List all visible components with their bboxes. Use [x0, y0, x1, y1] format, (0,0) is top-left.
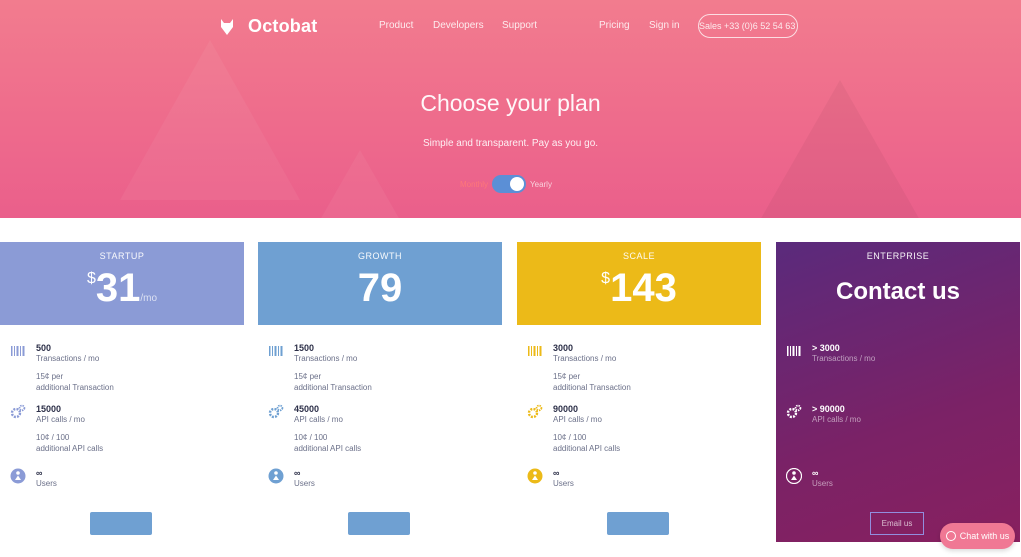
- price-row: 79: [258, 266, 502, 311]
- hero-banner: Octobat Product Developers Support Prici…: [0, 0, 1021, 218]
- brand-logo[interactable]: Octobat: [220, 16, 317, 37]
- plan-header: GROWTH 79: [258, 242, 502, 325]
- contact-us-heading: Contact us: [835, 278, 960, 305]
- choose-plan-button[interactable]: [348, 512, 410, 535]
- choose-plan-button[interactable]: [607, 512, 669, 535]
- user-icon: [786, 468, 802, 484]
- plan-name: ENTERPRISE: [866, 251, 930, 261]
- user-icon: [268, 468, 284, 484]
- price-period: /mo: [140, 293, 158, 304]
- monthly-label[interactable]: Monthly: [460, 180, 488, 189]
- users-label: Users: [294, 479, 315, 488]
- plan-header: STARTUP $31/mo: [0, 242, 244, 325]
- transactions-label: Transactions / mo: [812, 354, 876, 363]
- plan-name: SCALE: [622, 251, 655, 261]
- api-calls-label: API calls / mo: [553, 415, 602, 424]
- transactions-value: 500: [36, 343, 52, 353]
- nav-link-sign-in[interactable]: Sign in: [649, 20, 680, 31]
- chat-widget-button[interactable]: Chat with us: [940, 523, 1015, 549]
- api-price-note: additional API calls: [553, 444, 621, 453]
- users-value: ∞: [812, 468, 819, 478]
- api-calls-label: API calls / mo: [812, 415, 861, 424]
- api-price: 10¢ / 100: [553, 433, 587, 442]
- transaction-price: 15¢ per: [553, 372, 581, 381]
- users-label: Users: [553, 479, 574, 488]
- plan-card-growth: GROWTH 79 1500 Transactions / mo 15¢ per a…: [258, 242, 502, 544]
- api-calls-value: 15000: [36, 404, 62, 414]
- plan-name: GROWTH: [358, 251, 402, 261]
- transaction-price: 15¢ per: [36, 372, 64, 381]
- plan-name: STARTUP: [99, 251, 145, 261]
- billing-period-toggle[interactable]: [492, 175, 527, 193]
- email-us-button[interactable]: Email us: [870, 512, 924, 535]
- gears-icon: [268, 404, 284, 419]
- user-icon: [10, 468, 26, 484]
- api-calls-value: 45000: [294, 404, 320, 414]
- price-currency: $: [86, 270, 96, 287]
- plan-card-scale: SCALE $143 3000 Transactions / mo 15¢ per…: [517, 242, 761, 544]
- transaction-price-note: additional Transaction: [553, 383, 631, 392]
- sales-phone-button[interactable]: Sales +33 (0)6 52 54 63 76: [698, 14, 798, 38]
- barcode-icon: [787, 346, 801, 356]
- plan-card-enterprise: ENTERPRISE Contact us > 3000 Transactions…: [776, 242, 1020, 542]
- price-value: 143: [610, 266, 677, 310]
- price-value: 31: [95, 266, 141, 310]
- transactions-label: Transactions / mo: [36, 354, 100, 363]
- transactions-value: > 3000: [812, 343, 840, 353]
- transactions-label: Transactions / mo: [553, 354, 617, 363]
- decorative-triangle: [120, 40, 300, 200]
- transactions-label: Transactions / mo: [294, 354, 358, 363]
- nav-link-support[interactable]: Support: [502, 20, 537, 31]
- price-currency: $: [601, 270, 611, 287]
- gears-icon: [786, 404, 802, 419]
- user-icon: [527, 468, 543, 484]
- users-label: Users: [36, 479, 57, 488]
- brand-name: Octobat: [248, 16, 318, 36]
- top-navigation: Octobat Product Developers Support Prici…: [0, 0, 1021, 52]
- barcode-icon: [269, 346, 283, 356]
- users-label: Users: [812, 479, 833, 488]
- price-value: 79: [357, 266, 403, 310]
- price-row: $143: [517, 266, 761, 311]
- gears-icon: [10, 404, 26, 419]
- toggle-knob: [510, 177, 525, 191]
- chat-icon: [945, 531, 956, 541]
- nav-link-product[interactable]: Product: [379, 20, 413, 31]
- choose-plan-button[interactable]: [90, 512, 152, 535]
- chat-label: Chat with us: [959, 531, 1010, 541]
- api-calls-label: API calls / mo: [36, 415, 85, 424]
- plan-header: ENTERPRISE Contact us: [776, 242, 1020, 325]
- transactions-value: 3000: [553, 343, 574, 353]
- nav-link-pricing[interactable]: Pricing: [599, 20, 630, 31]
- transaction-price: 15¢ per: [294, 372, 322, 381]
- api-calls-value: > 90000: [812, 404, 845, 414]
- nav-link-developers[interactable]: Developers: [433, 20, 484, 31]
- plan-header: SCALE $143: [517, 242, 761, 325]
- api-price: 10¢ / 100: [36, 433, 70, 442]
- fox-logo-icon: [221, 18, 233, 35]
- decorative-triangle: [320, 150, 400, 218]
- transaction-price-note: additional Transaction: [36, 383, 114, 392]
- api-calls-value: 90000: [553, 404, 579, 414]
- barcode-icon: [11, 346, 25, 356]
- gears-icon: [527, 404, 543, 419]
- users-value: ∞: [553, 468, 560, 478]
- users-value: ∞: [36, 468, 43, 478]
- barcode-icon: [528, 346, 542, 356]
- transaction-price-note: additional Transaction: [294, 383, 372, 392]
- page-title: Choose your plan: [420, 90, 601, 116]
- yearly-label[interactable]: Yearly: [530, 180, 552, 189]
- plan-card-startup: STARTUP $31/mo 500 Transactions / mo 15¢ …: [0, 242, 244, 544]
- api-price-note: additional API calls: [36, 444, 104, 453]
- page-subtitle: Simple and transparent. Pay as you go.: [422, 138, 599, 149]
- api-calls-label: API calls / mo: [294, 415, 343, 424]
- billing-period-toggle-row: Monthly Yearly: [460, 175, 552, 193]
- transactions-value: 1500: [294, 343, 315, 353]
- api-price-note: additional API calls: [294, 444, 362, 453]
- users-value: ∞: [294, 468, 301, 478]
- price-row: $31/mo: [0, 266, 244, 311]
- api-price: 10¢ / 100: [294, 433, 328, 442]
